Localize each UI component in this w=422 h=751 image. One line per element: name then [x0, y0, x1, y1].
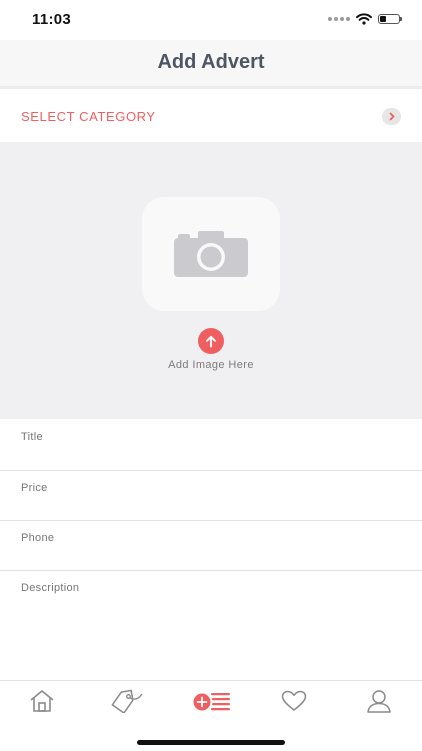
- upload-arrow-icon: [206, 335, 216, 347]
- signal-icon: [328, 17, 350, 21]
- tab-add-advert[interactable]: [190, 686, 234, 716]
- description-field[interactable]: Description: [0, 571, 422, 679]
- tab-home[interactable]: [22, 686, 62, 716]
- page-title: Add Advert: [157, 51, 265, 73]
- title-input[interactable]: [21, 448, 401, 466]
- image-upload-area: Add Image Here: [0, 142, 422, 419]
- camera-icon: [174, 231, 248, 277]
- home-icon: [30, 690, 54, 712]
- status-time: 11:03: [32, 11, 72, 28]
- status-icons: [328, 13, 402, 25]
- tag-icon: [111, 689, 143, 713]
- title-field[interactable]: Title: [0, 420, 422, 471]
- status-bar: 11:03: [0, 0, 422, 40]
- phone-field[interactable]: Phone: [0, 521, 422, 571]
- chevron-right-icon[interactable]: [382, 108, 401, 125]
- wifi-icon: [356, 13, 372, 25]
- select-category-row[interactable]: SELECT CATEGORY: [0, 92, 422, 140]
- title-label: Title: [21, 431, 43, 443]
- description-input[interactable]: [21, 599, 401, 669]
- home-indicator[interactable]: [137, 740, 285, 745]
- price-field[interactable]: Price: [0, 471, 422, 521]
- price-input[interactable]: [21, 499, 401, 517]
- battery-icon: [378, 14, 402, 24]
- add-list-icon: [193, 693, 230, 711]
- phone-input[interactable]: [21, 549, 401, 567]
- tab-favorites[interactable]: [274, 686, 314, 716]
- header-bar: Add Advert: [0, 40, 422, 89]
- tab-tags[interactable]: [105, 686, 149, 716]
- upload-button[interactable]: [198, 328, 224, 354]
- select-category-label: SELECT CATEGORY: [21, 109, 156, 124]
- tab-profile[interactable]: [359, 686, 399, 716]
- user-icon: [367, 690, 391, 713]
- heart-icon: [281, 690, 307, 711]
- description-label: Description: [21, 582, 80, 594]
- phone-label: Phone: [21, 532, 55, 544]
- tab-bar: [0, 680, 422, 751]
- photo-placeholder[interactable]: [142, 197, 280, 311]
- price-label: Price: [21, 482, 48, 494]
- add-image-label: Add Image Here: [168, 359, 254, 371]
